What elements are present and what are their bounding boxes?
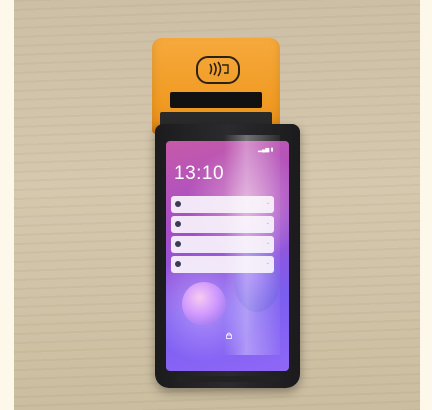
notification-app-icon <box>175 261 181 267</box>
notification-app-icon <box>175 241 181 247</box>
chevron-down-icon[interactable]: ⌄ <box>266 260 270 266</box>
chevron-down-icon[interactable]: ⌄ <box>266 220 270 226</box>
status-bar <box>170 151 270 157</box>
notification-app-icon <box>175 221 181 227</box>
signal-battery-icon: ▂▄▆ ▮ <box>258 147 274 153</box>
lock-icon[interactable] <box>226 326 232 339</box>
chevron-down-icon[interactable]: ⌄ <box>266 200 270 206</box>
notification-card[interactable]: ⌄ <box>171 256 274 273</box>
contactless-icon <box>196 56 240 84</box>
notification-card[interactable]: ⌄ <box>171 216 274 233</box>
lockscreen-clock: 13:10 <box>174 163 225 184</box>
notification-card[interactable]: ⌄ <box>171 236 274 253</box>
notification-app-icon <box>175 201 181 207</box>
wallpaper-sphere <box>182 282 226 326</box>
notification-card[interactable]: ⌄ <box>171 196 274 213</box>
chevron-down-icon[interactable]: ⌄ <box>266 240 270 246</box>
paper-slot <box>170 92 262 108</box>
device-chin <box>176 376 280 382</box>
